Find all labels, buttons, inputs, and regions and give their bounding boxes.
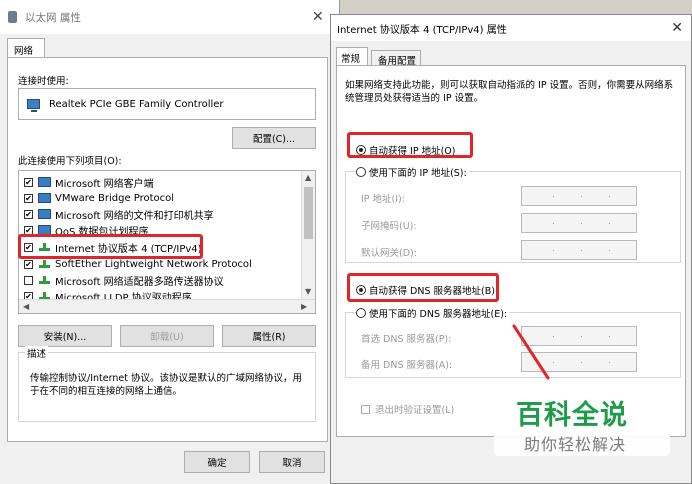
watermark-logo-text: 百科全说 bbox=[516, 400, 628, 431]
watermark-slogan: 助你轻松解决 bbox=[524, 435, 627, 454]
